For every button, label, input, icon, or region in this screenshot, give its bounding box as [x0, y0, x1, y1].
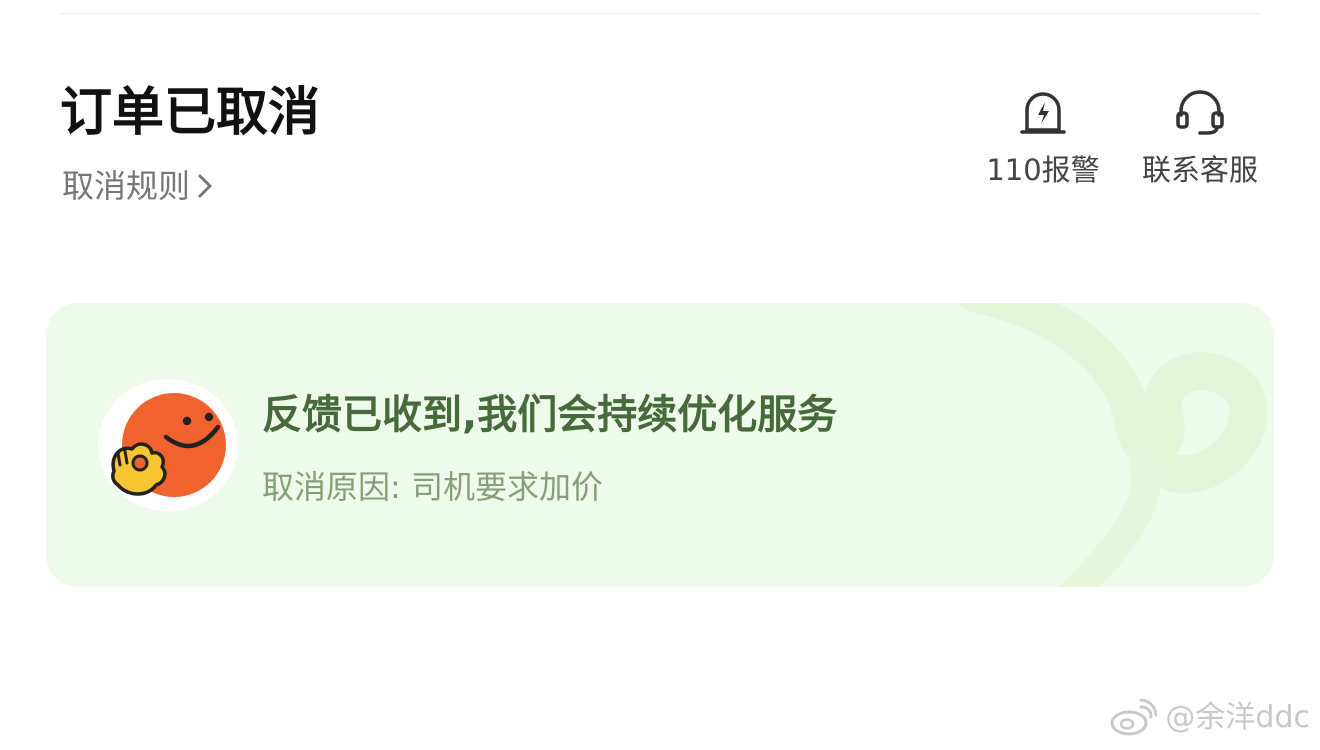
watermark-text: @余洋ddc: [1165, 700, 1310, 735]
alarm-light-icon: [1013, 82, 1073, 142]
alarm-110-label: 110报警: [986, 153, 1100, 187]
watermark: @余洋ddc: [1109, 698, 1310, 738]
cancel-rules-link[interactable]: 取消规则: [62, 164, 220, 208]
chevron-right-icon: [196, 171, 220, 201]
contact-service-button[interactable]: 联系客服: [1137, 82, 1263, 190]
feedback-title: 反馈已收到,我们会持续优化服务: [262, 392, 838, 438]
contact-service-label: 联系客服: [1141, 153, 1258, 187]
cancel-rules-label: 取消规则: [62, 167, 191, 205]
cancel-reason: 取消原因: 司机要求加价: [262, 468, 603, 506]
card-decoration: [957, 303, 1268, 587]
page-title: 订单已取消: [60, 83, 321, 143]
alarm-110-button[interactable]: 110报警: [984, 82, 1102, 190]
top-divider: [60, 13, 1260, 14]
feedback-card: 反馈已收到,我们会持续优化服务 取消原因: 司机要求加价: [46, 303, 1274, 587]
headset-icon: [1170, 82, 1230, 142]
weibo-logo-icon: [1110, 699, 1158, 736]
smiley-ok-hand-icon: [94, 379, 240, 515]
